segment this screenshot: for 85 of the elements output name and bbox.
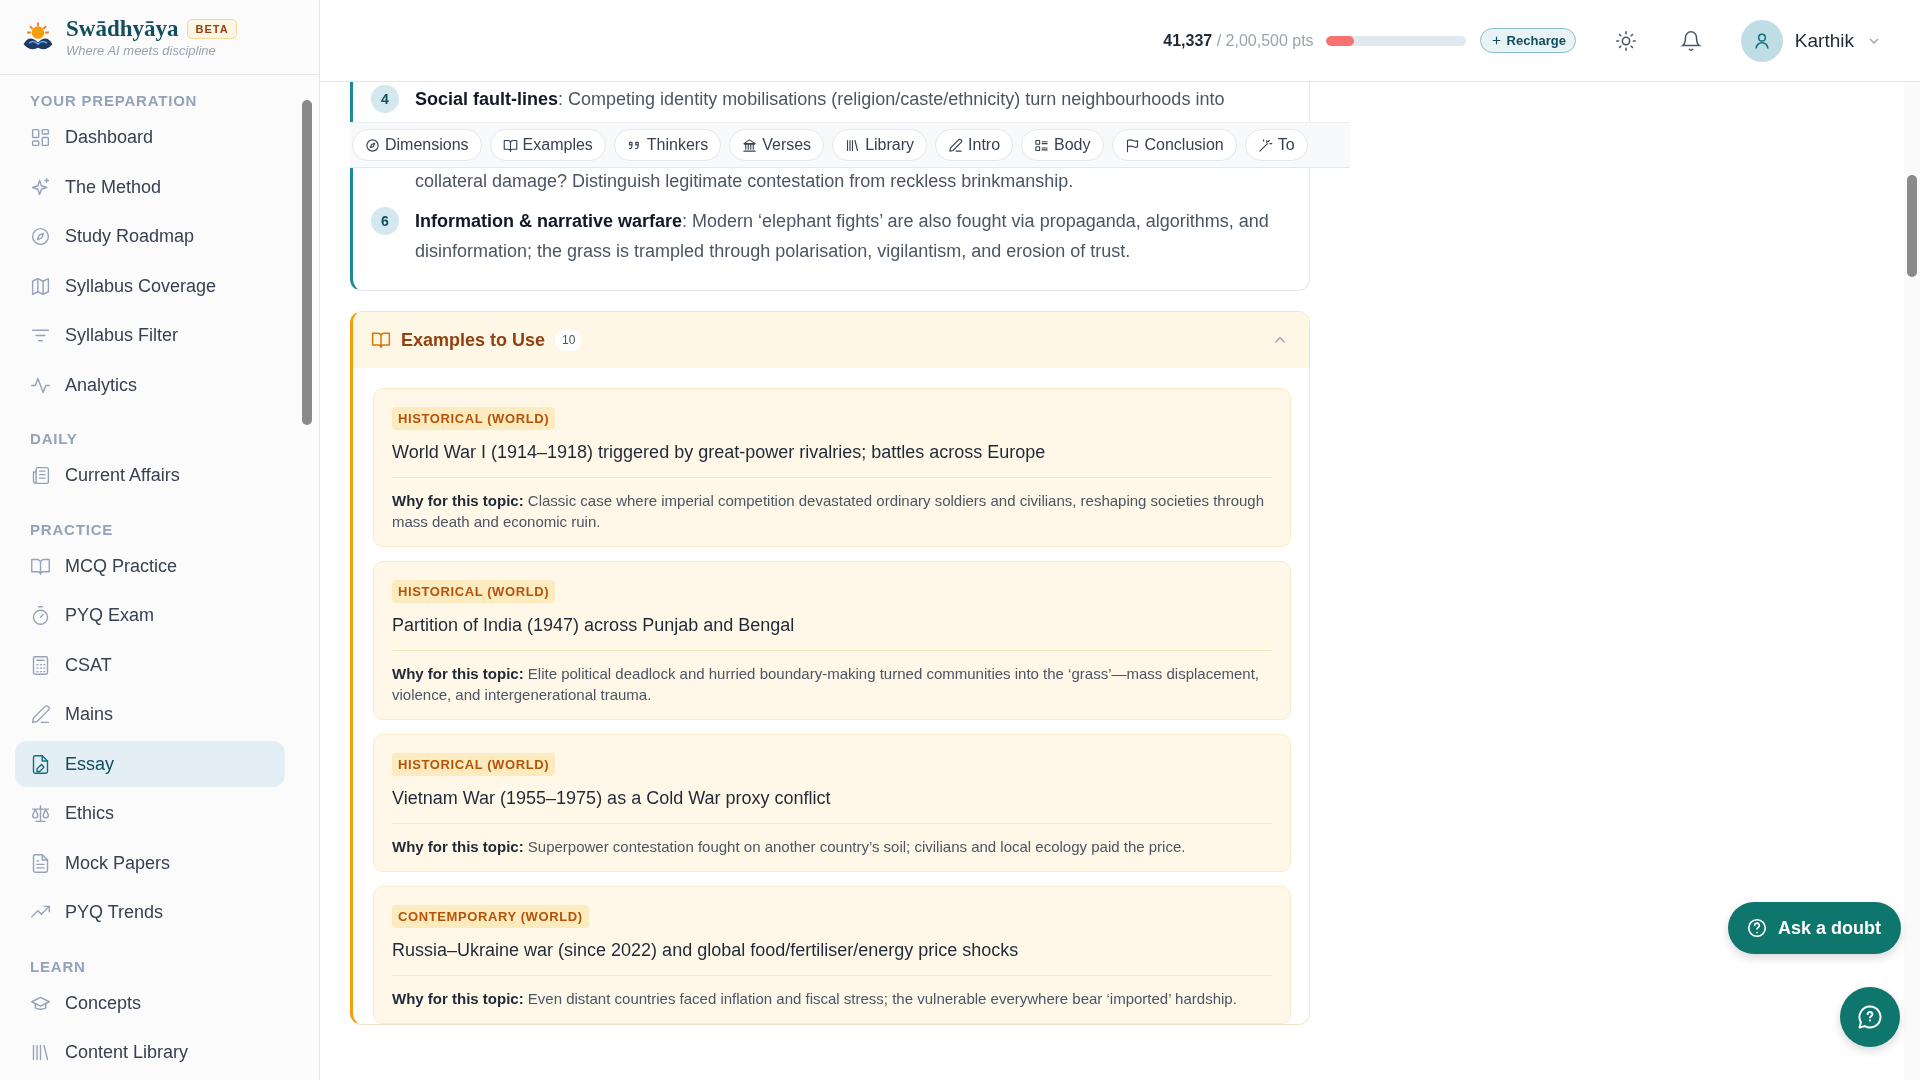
avatar[interactable] [1740,19,1783,62]
sidebar-item[interactable]: Ethics [15,789,285,839]
sidebar-item[interactable]: Syllabus Filter [15,311,285,361]
section-tab[interactable]: Dimensions [352,129,482,161]
section-heading: DAILY [29,429,79,449]
book-icon [502,137,518,153]
compass-icon [30,226,51,248]
calculator-icon [30,654,51,676]
sidebar-item[interactable]: Analytics [15,360,285,410]
sidebar-item[interactable]: The Method [15,162,285,212]
scrollbar-thumb[interactable] [302,100,312,425]
dimension-text: Information & narrative warfare: Modern ‘elephant fights’ are also fought via propaganda, algorithms, and disinformation; the grass is trampled through polarisation, vigilantism, and erosion of trust. [415,210,1270,263]
beta-badge: BETA [187,19,237,39]
recharge-button[interactable]: Recharge [1479,28,1576,53]
sidebar-item[interactable]: CSAT [15,640,285,690]
section-title: Examples to Use [401,329,546,351]
example-reason: Why for this topic: Elite political deadlock and hurried boundary-making turned communities into the ‘grass’—mass displacement, violence, and intergenerational trauma. [392,664,1261,705]
sparkle-icon [30,176,51,198]
grid-icon [30,127,51,149]
category-tag: HISTORICAL (WORLD) [392,753,556,776]
scrollbar-thumb[interactable] [1907,175,1917,277]
category-tag: HISTORICAL (WORLD) [392,407,556,430]
sidebar-item[interactable]: Study Roadmap [15,212,285,262]
example-reason: Why for this topic: Superpower contestation fought on another country’s soil; civilians and local ecology paid the price. [392,837,1186,857]
section-tab[interactable]: Conclusion [1111,129,1237,161]
sidebar-item[interactable]: Dashboard [15,113,285,163]
sidebar-item[interactable]: Current Affairs [15,451,285,501]
sidebar-item[interactable]: Concepts [15,978,285,1028]
number-badge: 4 [371,85,399,113]
dimension-text: Social fault-lines: Competing identity mobilisations (religion/caste/ethnicity) turn neighbourhoods into [415,88,1225,111]
help-icon [1746,917,1768,939]
compass-icon [365,137,380,153]
sidebar-item[interactable]: Content Library [15,1028,285,1078]
sidebar-item[interactable]: Mock Papers [15,838,285,888]
example-title: Russia–Ukraine war (since 2022) and global food/fertiliser/energy price shocks [392,940,1272,976]
pencil-icon [948,137,964,153]
section-heading: YOUR PREPARATION [29,91,199,111]
pencil-icon [30,704,51,726]
wand-icon [1257,137,1273,153]
category-tag: HISTORICAL (WORLD) [392,580,556,603]
examples-header[interactable]: Examples to Use 10 [353,312,1309,368]
section-heading: PRACTICE [29,519,115,540]
example-title: World War I (1914–1918) triggered by great-power rivalries; battles across Europe [392,442,1272,478]
chat-icon [1856,1003,1884,1031]
section-tab[interactable]: Thinkers [613,129,722,161]
count-badge: 10 [555,329,583,351]
scale-icon [30,803,51,825]
example-reason: Why for this topic: Even distant countries faced inflation and fiscal stress; the vulnerable everywhere bear ‘imported’ hardship. [392,989,1237,1009]
section-tab[interactable]: To [1244,129,1308,161]
sidebar-item[interactable]: Essay [15,741,285,788]
newspaper-icon [30,465,51,487]
chat-button[interactable] [1840,987,1900,1047]
stopwatch-icon [30,605,51,627]
section-tab[interactable]: Intro [935,129,1014,161]
book-icon [371,330,391,350]
sun-icon[interactable] [1614,29,1637,52]
number-badge: 6 [371,207,399,235]
example-title: Vietnam War (1955–1975) as a Cold War proxy conflict [392,788,1272,824]
bank-icon [742,137,758,153]
ask-doubt-button[interactable]: Ask a doubt [1728,902,1901,954]
list-icon [1034,137,1050,153]
example-reason: Why for this topic: Classic case where imperial competition devastated ordinary soldiers and civilians, reshaping societies through mass death and economic ruin. [392,491,1266,532]
bell-icon[interactable] [1679,29,1702,52]
brand-tagline: Where AI meets discipline [66,43,217,58]
document-pen-icon [30,753,51,775]
section-tab[interactable]: Library [832,129,928,161]
document-icon [30,852,51,874]
map-icon [30,275,51,297]
sidebar-item[interactable]: Syllabus Coverage [15,261,285,311]
library-icon [845,137,861,153]
points-text: 41,337 / 2,00,500 pts [1163,31,1314,50]
brand-name: Swādhyāya [66,16,179,42]
flag-icon [1124,137,1140,153]
section-tab[interactable]: Body [1021,129,1104,161]
example-title: Partition of India (1947) across Punjab and Bengal [392,615,1272,651]
section-heading: LEARN [29,956,87,977]
section-tab[interactable]: Verses [729,129,825,161]
section-tab[interactable]: Examples [489,129,606,161]
category-tag: CONTEMPORARY (WORLD) [392,905,589,928]
sidebar-item[interactable]: Mains [15,690,285,740]
sidebar-item[interactable]: PYQ Exam [15,591,285,641]
sidebar-item[interactable]: MCQ Practice [15,541,285,591]
dimension-text: collateral damage? Distinguish legitimate contestation from reckless brinkmanship. [415,170,1074,193]
user-name[interactable]: Karthik [1794,29,1854,52]
sidebar-item[interactable]: PYQ Trends [15,888,285,938]
